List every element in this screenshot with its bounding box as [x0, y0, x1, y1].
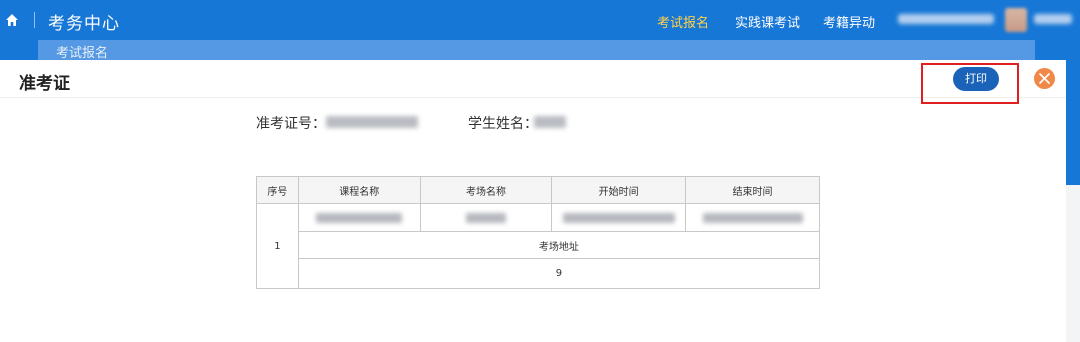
close-icon	[1039, 73, 1050, 84]
user-menu-redacted[interactable]	[1034, 14, 1072, 24]
dialog-header: 准考证 打印	[0, 60, 1066, 104]
admission-number-label: 准考证号：	[256, 116, 326, 132]
breadcrumb-tab[interactable]: 考试报名	[38, 40, 1035, 61]
venue-name-redacted	[465, 212, 506, 223]
dialog-title: 准考证	[19, 74, 70, 94]
admission-number-value-redacted	[326, 116, 418, 128]
nav-status-change[interactable]: 考籍异动	[823, 12, 875, 31]
student-name-value-redacted	[534, 116, 566, 128]
address-header-row: 考场地址	[257, 231, 821, 259]
tab-label: 考试报名	[56, 46, 109, 61]
top-navbar: 考务中心 考试报名 实践课考试 考籍异动	[0, 0, 1080, 40]
admission-ticket-dialog: 准考证 打印 准考证号： 学生姓名： 序号 课程名称 考场名称 开始时间 结束时…	[0, 60, 1066, 342]
course-name-redacted	[316, 212, 403, 223]
end-time-redacted	[702, 212, 803, 223]
venue-name-cell	[419, 203, 553, 232]
address-value-cell: 9	[297, 258, 821, 289]
row-index-cell: 1	[256, 203, 299, 289]
header-index: 序号	[256, 176, 299, 204]
start-time-cell	[551, 203, 687, 232]
table-header-row: 序号 课程名称 考场名称 开始时间 结束时间	[256, 176, 820, 204]
header-end-time: 结束时间	[685, 176, 820, 204]
app-title: 考务中心	[48, 14, 120, 34]
nav-exam-registration[interactable]: 考试报名	[657, 12, 709, 31]
avatar[interactable]	[1005, 8, 1027, 32]
address-value-row: 9	[257, 258, 821, 289]
header-course-name: 课程名称	[297, 176, 421, 204]
end-time-cell	[685, 203, 820, 232]
address-header-cell: 考场地址	[297, 231, 821, 259]
close-button[interactable]	[1034, 68, 1055, 89]
print-button[interactable]: 打印	[953, 67, 999, 91]
header-venue-name: 考场名称	[419, 176, 553, 204]
course-name-cell	[297, 203, 421, 232]
user-info-redacted	[898, 14, 994, 24]
start-time-redacted	[562, 212, 675, 223]
nav-practical-exam[interactable]: 实践课考试	[735, 12, 800, 31]
title-separator	[34, 12, 35, 28]
exam-schedule-table: 序号 课程名称 考场名称 开始时间 结束时间 1 考场地址 9	[256, 176, 821, 289]
home-icon[interactable]	[5, 12, 19, 26]
header-start-time: 开始时间	[551, 176, 687, 204]
student-name-label: 学生姓名：	[468, 116, 538, 132]
table-row: 1	[256, 203, 820, 289]
